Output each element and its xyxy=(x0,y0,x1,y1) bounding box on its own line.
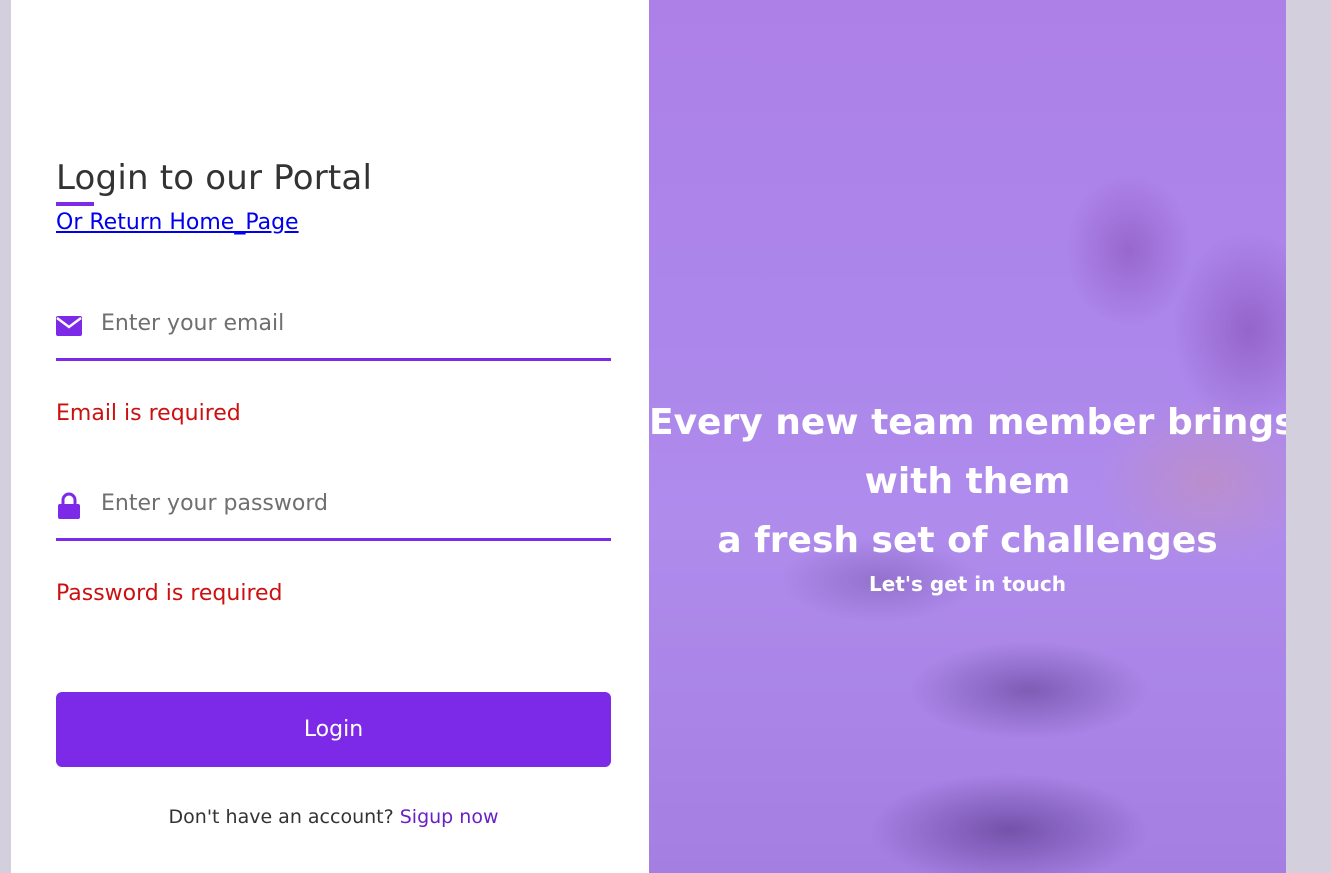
signup-prompt: Don't have an account? xyxy=(168,806,394,828)
email-error-message: Email is required xyxy=(56,401,241,426)
login-button[interactable]: Login xyxy=(56,692,611,767)
password-field xyxy=(56,485,611,541)
return-home-link[interactable]: Or Return Home_Page xyxy=(56,210,299,235)
page-title: Login to our Portal xyxy=(56,158,373,198)
cover-headline-line-1: Every new team member brings xyxy=(649,402,1286,443)
title-underline xyxy=(56,202,94,206)
password-error-message: Password is required xyxy=(56,581,283,606)
cover-text: Every new team member brings with them a… xyxy=(649,393,1286,596)
cover-subtitle: Let's get in touch xyxy=(869,572,1066,596)
lock-icon xyxy=(56,492,82,519)
cover-image-panel: Every new team member brings with them a… xyxy=(649,0,1286,873)
password-input[interactable] xyxy=(101,485,606,521)
signup-row: Don't have an account? Sigup now xyxy=(56,806,611,828)
signup-link[interactable]: Sigup now xyxy=(400,806,499,828)
email-field xyxy=(56,305,611,361)
login-form-panel: Login to our Portal Or Return Home_Page … xyxy=(11,0,649,873)
cover-headline-line-3: a fresh set of challenges xyxy=(717,520,1218,561)
email-input[interactable] xyxy=(101,305,606,341)
cover-headline-line-2: with them xyxy=(864,461,1071,502)
login-card: Login to our Portal Or Return Home_Page … xyxy=(11,0,1286,873)
envelope-icon xyxy=(56,313,82,339)
